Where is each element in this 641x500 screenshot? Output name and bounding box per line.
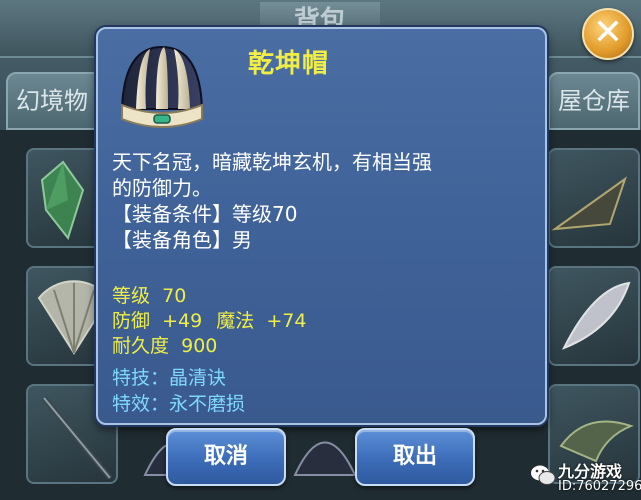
defense-label: 防御 xyxy=(112,310,151,332)
cancel-button[interactable]: 取消 xyxy=(166,428,286,486)
inventory-slot[interactable] xyxy=(548,148,640,248)
close-icon[interactable]: ✕ xyxy=(582,8,634,60)
equip-role-value: 男 xyxy=(232,228,252,252)
item-tooltip: 乾坤帽 天下名冠，暗藏乾坤玄机，有相当强 的防御力。 【装备条件】等级70 【装… xyxy=(96,27,547,425)
inventory-slot[interactable] xyxy=(548,266,640,366)
jade-crystal-icon xyxy=(40,160,85,240)
effect-label: 特效： xyxy=(112,393,170,415)
magic-label: 魔法 xyxy=(216,310,255,332)
skill-label: 特技： xyxy=(112,367,170,389)
defense-magic-stat: 防御 +49 魔法 +74 xyxy=(112,309,532,334)
helmet-icon xyxy=(293,441,357,476)
item-specials: 特技：晶清诀 特效：永不磨损 xyxy=(112,365,532,417)
durability-stat: 耐久度 900 xyxy=(112,334,532,359)
item-description: 天下名冠，暗藏乾坤玄机，有相当强 的防御力。 【装备条件】等级70 【装备角色】… xyxy=(112,149,532,253)
description-line: 的防御力。 xyxy=(112,176,212,200)
skill-value: 晶清诀 xyxy=(169,367,227,389)
equip-role: 【装备角色】男 xyxy=(112,227,532,253)
fan-icon xyxy=(551,176,627,231)
level-value: 70 xyxy=(162,285,187,307)
equip-condition: 【装备条件】等级70 xyxy=(112,201,532,227)
effect-value: 永不磨损 xyxy=(169,393,246,415)
tab-house-storage[interactable]: 屋仓库 xyxy=(548,72,640,130)
durability-value: 900 xyxy=(181,335,218,357)
watermark: 九分游戏 ID:76027296 xyxy=(528,458,641,500)
horn-icon xyxy=(559,420,634,463)
take-out-button[interactable]: 取出 xyxy=(355,428,475,486)
equip-role-label: 【装备角色】 xyxy=(112,228,232,252)
item-stats: 等级 70 防御 +49 魔法 +74 耐久度 900 xyxy=(112,284,532,359)
equip-condition-value: 等级70 xyxy=(232,202,298,226)
helmet-icon xyxy=(120,45,204,128)
equip-condition-label: 【装备条件】 xyxy=(112,202,232,226)
watermark-id: ID:76027296 xyxy=(558,479,641,494)
wechat-logo-icon xyxy=(531,465,556,485)
special-skill: 特技：晶清诀 xyxy=(112,365,532,391)
item-name: 乾坤帽 xyxy=(248,49,330,79)
magic-value: +74 xyxy=(266,310,307,332)
level-label: 等级 xyxy=(112,285,151,307)
special-effect: 特效：永不磨损 xyxy=(112,391,532,417)
description-line: 天下名冠，暗藏乾坤玄机，有相当强 xyxy=(112,150,432,174)
feather-icon xyxy=(561,281,631,350)
defense-value: +49 xyxy=(162,310,203,332)
durability-label: 耐久度 xyxy=(112,335,170,357)
level-stat: 等级 70 xyxy=(112,284,532,309)
